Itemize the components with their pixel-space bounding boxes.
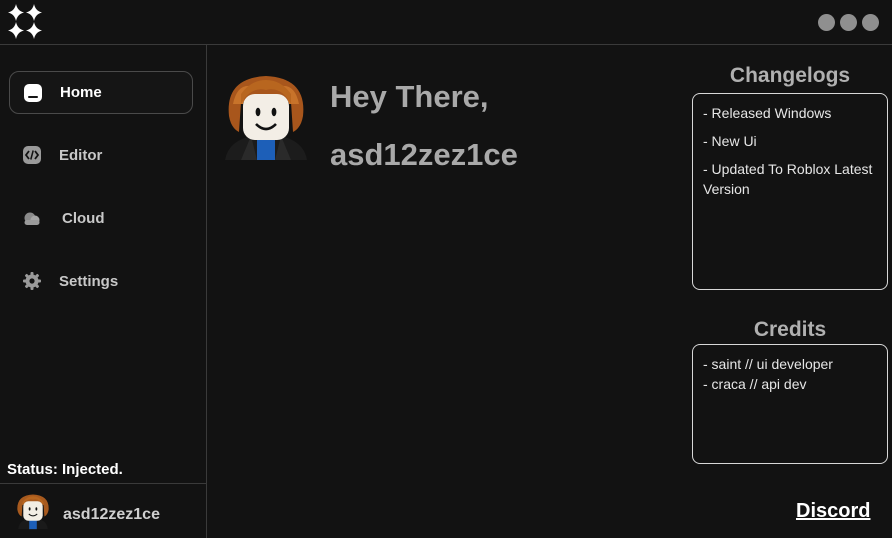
user-divider <box>0 483 206 484</box>
sidebar-item-home[interactable]: Home <box>9 71 193 114</box>
sidebar-item-label: Settings <box>59 273 119 290</box>
status-text: Status: Injected. <box>7 461 123 478</box>
title-bar <box>0 0 892 44</box>
changelogs-panel: - Released Windows - New Ui - Updated To… <box>692 93 888 290</box>
window-dot-icon[interactable] <box>818 14 835 31</box>
changelog-entry: - New Ui <box>703 133 757 149</box>
greeting-username: asd12zez1ce <box>330 137 518 172</box>
code-icon <box>23 146 41 164</box>
username-label: asd12zez1ce <box>63 506 160 523</box>
changelog-entry: - Updated To Roblox Latest Version <box>703 161 873 197</box>
avatar <box>225 76 307 160</box>
greeting: Hey There, asd12zez1ce <box>330 78 518 174</box>
credits-title: Credits <box>753 318 827 341</box>
sidebar-item-editor[interactable]: Editor <box>9 134 193 177</box>
credit-entry: - saint // ui developer <box>703 356 833 372</box>
sidebar-item-label: Cloud <box>62 210 105 227</box>
credits-panel: - saint // ui developer - craca // api d… <box>692 344 888 464</box>
sparkle-logo-icon <box>8 4 42 39</box>
window-dot-icon[interactable] <box>862 14 879 31</box>
credit-entry: - craca // api dev <box>703 376 807 392</box>
window-dot-icon[interactable] <box>840 14 857 31</box>
gear-icon <box>23 272 41 290</box>
changelog-entry: - Released Windows <box>703 105 832 121</box>
discord-link[interactable]: Discord <box>796 500 870 523</box>
sidebar-item-cloud[interactable]: Cloud <box>9 197 193 240</box>
sidebar-item-settings[interactable]: Settings <box>9 260 193 303</box>
sidebar-item-label: Home <box>60 84 102 101</box>
sidebar-item-label: Editor <box>59 147 103 164</box>
greeting-line: Hey There, <box>330 79 489 114</box>
cloud-icon <box>24 212 40 225</box>
window-controls <box>818 14 879 31</box>
sidebar-divider <box>206 45 207 538</box>
home-icon <box>24 84 42 102</box>
avatar <box>17 494 49 530</box>
changelogs-title: Changelogs <box>729 64 851 87</box>
